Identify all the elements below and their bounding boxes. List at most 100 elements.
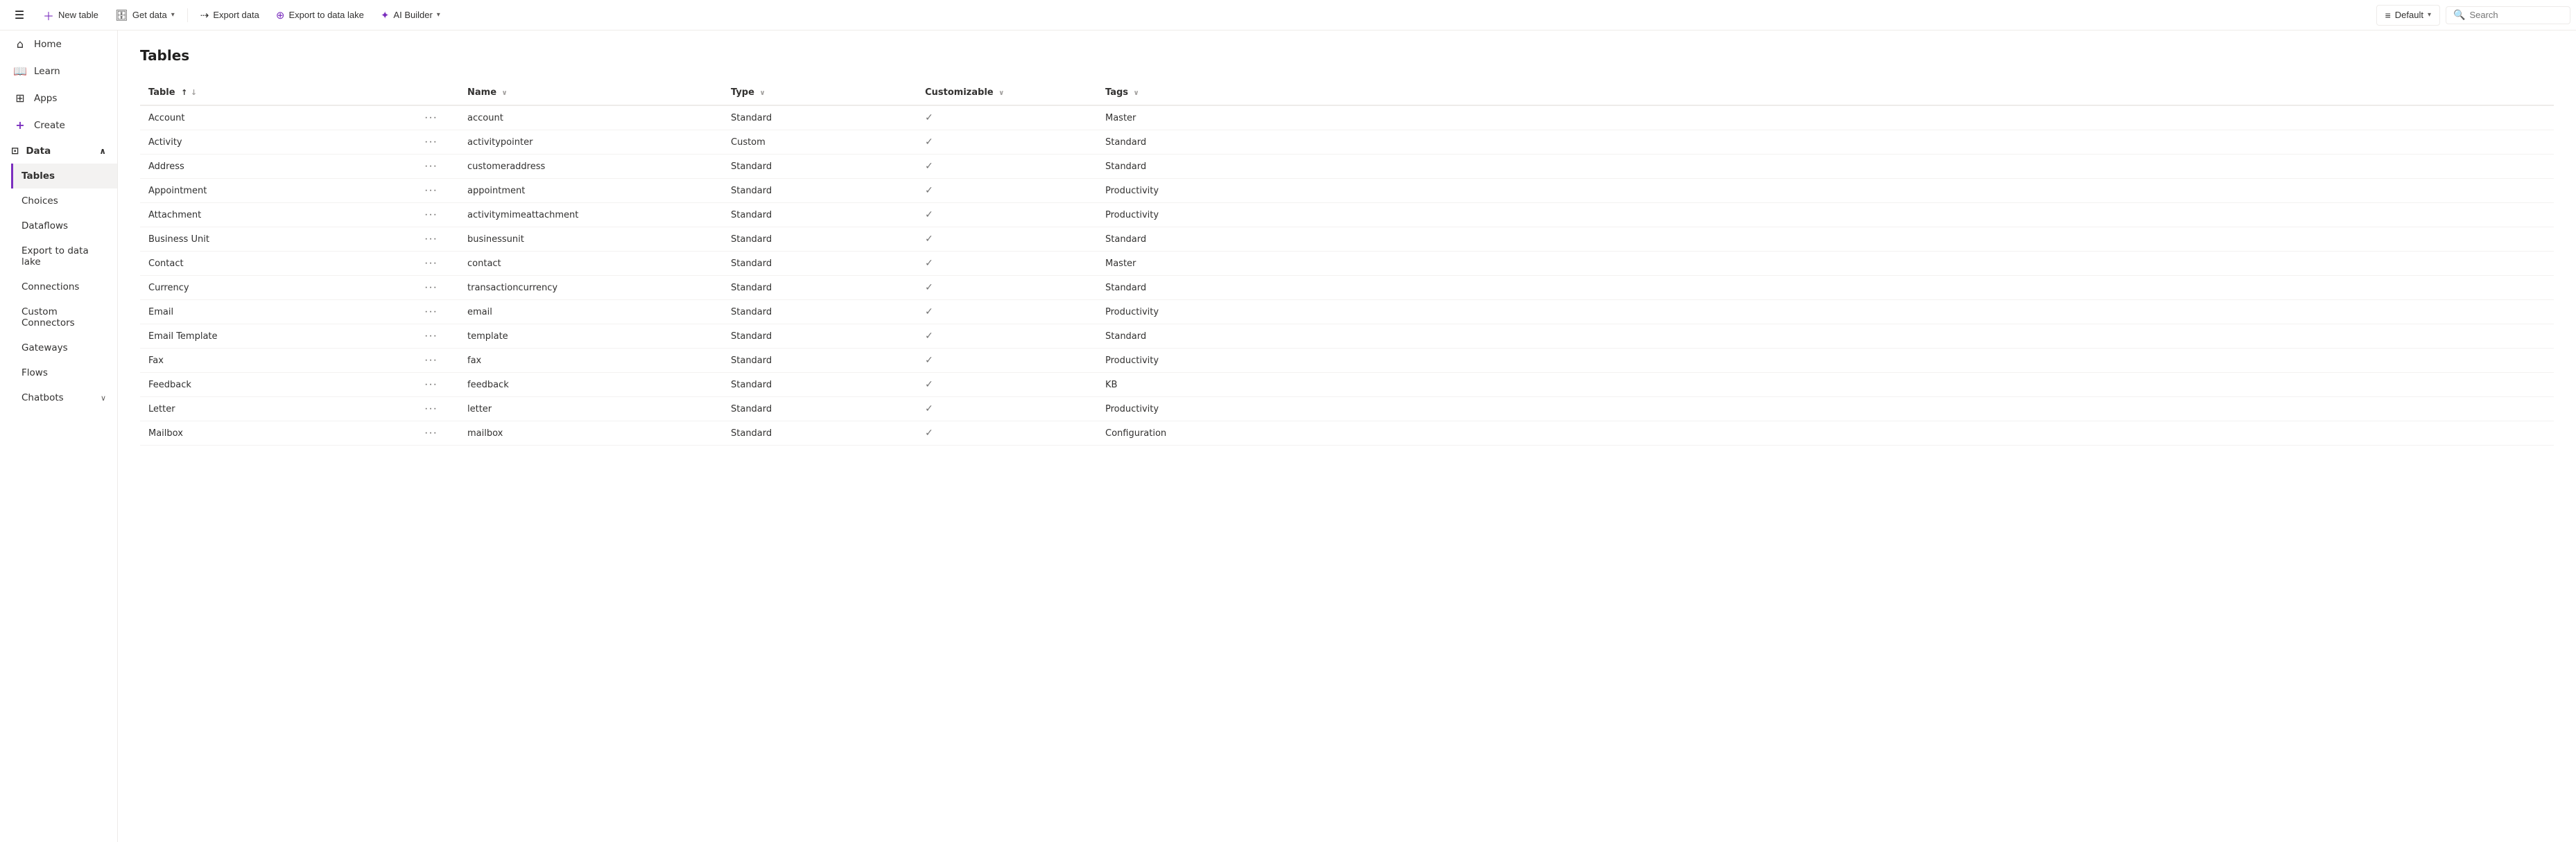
table-row[interactable]: Business Unit ··· businessunit Standard … [140,227,2554,252]
row-options-button[interactable]: ··· [420,426,442,441]
cell-customizable: ✓ [917,421,1097,446]
export-data-button[interactable]: ⇢ Export data [193,5,266,26]
sidebar-item-apps[interactable]: ⊞ Apps [0,85,117,112]
customizable-check-icon: ✓ [925,137,933,148]
search-input[interactable] [2469,10,2552,20]
cell-dots[interactable]: ··· [417,300,459,324]
new-table-button[interactable]: ＋ New table [36,3,105,28]
cell-dots[interactable]: ··· [417,397,459,421]
sidebar-item-flows[interactable]: Flows [11,360,117,385]
table-row[interactable]: Email ··· email Standard ✓ Productivity [140,300,2554,324]
get-data-button[interactable]: 🗄 Get data ▾ [108,5,182,26]
sidebar-item-create[interactable]: + Create [0,112,117,139]
search-icon: 🔍 [2453,10,2465,21]
data-icon: ⊡ [11,146,19,157]
cell-dots[interactable]: ··· [417,373,459,397]
cell-customizable: ✓ [917,227,1097,252]
table-row[interactable]: Contact ··· contact Standard ✓ Master [140,252,2554,276]
row-options-button[interactable]: ··· [420,304,442,319]
row-options-button[interactable]: ··· [420,134,442,150]
table-row[interactable]: Currency ··· transactioncurrency Standar… [140,276,2554,300]
customizable-check-icon: ✓ [925,161,933,172]
table-row[interactable]: Fax ··· fax Standard ✓ Productivity [140,349,2554,373]
sidebar-item-dataflows[interactable]: Dataflows [11,213,117,238]
sidebar-item-learn[interactable]: 📖 Learn [0,58,117,85]
cell-dots[interactable]: ··· [417,155,459,179]
col-header-type[interactable]: Type ∨ [723,80,917,105]
cell-dots[interactable]: ··· [417,276,459,300]
row-options-button[interactable]: ··· [420,377,442,392]
table-row[interactable]: Appointment ··· appointment Standard ✓ P… [140,179,2554,203]
sidebar-item-export-lake[interactable]: Export to data lake [11,238,117,274]
col-header-dots-spacer [417,80,459,105]
create-icon: + [13,119,27,132]
row-options-button[interactable]: ··· [420,110,442,125]
cell-dots[interactable]: ··· [417,349,459,373]
row-options-button[interactable]: ··· [420,353,442,368]
sidebar-item-tables[interactable]: Tables [11,164,117,188]
default-view-button[interactable]: ≡ Default ▾ [2376,5,2440,26]
cell-type: Standard [723,324,917,349]
sidebar-label-create: Create [34,120,65,131]
cell-dots[interactable]: ··· [417,203,459,227]
cell-dots[interactable]: ··· [417,421,459,446]
cell-customizable: ✓ [917,105,1097,130]
sidebar-section-data[interactable]: ⊡ Data ∧ [0,139,117,164]
cell-table-name: Address [140,155,417,179]
table-row[interactable]: Account ··· account Standard ✓ Master [140,105,2554,130]
customizable-check-icon: ✓ [925,209,933,220]
cell-type: Standard [723,373,917,397]
row-options-button[interactable]: ··· [420,183,442,198]
cell-dots[interactable]: ··· [417,179,459,203]
row-options-button[interactable]: ··· [420,328,442,344]
row-options-button[interactable]: ··· [420,280,442,295]
table-row[interactable]: Attachment ··· activitymimeattachment St… [140,203,2554,227]
row-options-button[interactable]: ··· [420,207,442,222]
table-row[interactable]: Activity ··· activitypointer Custom ✓ St… [140,130,2554,155]
customizable-check-icon: ✓ [925,428,933,439]
cell-name: letter [459,397,723,421]
customizable-check-icon: ✓ [925,306,933,317]
cell-customizable: ✓ [917,276,1097,300]
cell-dots[interactable]: ··· [417,227,459,252]
sidebar-item-connections[interactable]: Connections [11,274,117,299]
sidebar-item-choices[interactable]: Choices [11,188,117,213]
sidebar-label-chatbots: Chatbots [21,392,64,403]
cell-tags: Productivity [1097,179,2554,203]
sidebar-item-gateways[interactable]: Gateways [11,335,117,360]
row-options-button[interactable]: ··· [420,231,442,247]
sidebar-item-home[interactable]: ⌂ Home [0,30,117,58]
table-row[interactable]: Address ··· customeraddress Standard ✓ S… [140,155,2554,179]
table-row[interactable]: Feedback ··· feedback Standard ✓ KB [140,373,2554,397]
col-header-table[interactable]: Table ↑ ↓ [140,80,417,105]
cell-dots[interactable]: ··· [417,252,459,276]
col-header-customizable[interactable]: Customizable ∨ [917,80,1097,105]
cell-dots[interactable]: ··· [417,324,459,349]
cell-tags: Productivity [1097,300,2554,324]
col-header-tags[interactable]: Tags ∨ [1097,80,2554,105]
ai-builder-button[interactable]: ✦ AI Builder ▾ [374,5,447,26]
row-options-button[interactable]: ··· [420,256,442,271]
name-chevron-icon: ∨ [502,89,508,97]
table-row[interactable]: Letter ··· letter Standard ✓ Productivit… [140,397,2554,421]
row-options-button[interactable]: ··· [420,159,442,174]
sidebar-label-home: Home [34,39,62,50]
row-options-button[interactable]: ··· [420,401,442,416]
table-row[interactable]: Email Template ··· template Standard ✓ S… [140,324,2554,349]
cell-table-name: Mailbox [140,421,417,446]
cell-dots[interactable]: ··· [417,130,459,155]
table-body: Account ··· account Standard ✓ Master Ac… [140,105,2554,446]
export-to-data-lake-button[interactable]: ⊕ Export to data lake [269,5,371,26]
cell-dots[interactable]: ··· [417,105,459,130]
hamburger-button[interactable]: ☰ [6,1,33,29]
sidebar-item-chatbots[interactable]: Chatbots ∨ [11,385,117,410]
customizable-check-icon: ✓ [925,331,933,342]
cell-tags: Standard [1097,155,2554,179]
sidebar-item-custom-connectors[interactable]: Custom Connectors [11,299,117,335]
col-header-name[interactable]: Name ∨ [459,80,723,105]
search-box[interactable]: 🔍 [2446,6,2570,24]
cell-table-name: Fax [140,349,417,373]
table-row[interactable]: Mailbox ··· mailbox Standard ✓ Configura… [140,421,2554,446]
sidebar-sub-data: Tables Choices Dataflows Export to data … [0,164,117,410]
sidebar-label-apps: Apps [34,93,57,104]
